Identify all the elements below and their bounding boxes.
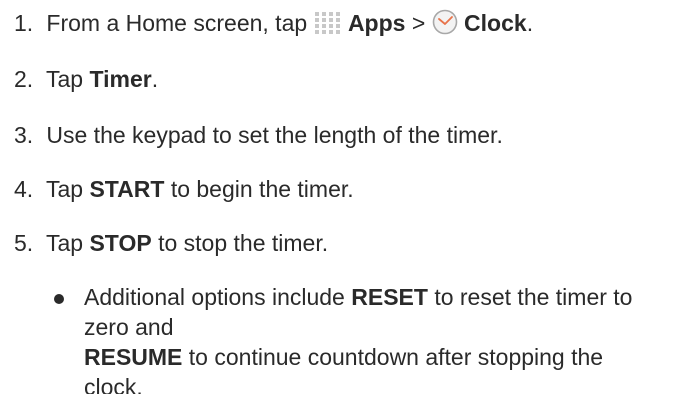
bullet-dot [54,294,64,304]
bullet-item: Additional options include RESET to rese… [54,282,664,394]
step-end: . [526,10,534,36]
step-2: 2. Tap Timer. [14,64,158,94]
step-text: Tap [45,176,84,202]
step-3: 3. Use the keypad to set the length of t… [14,120,503,150]
start-label: START [89,176,165,202]
step-text: Use the keypad to set the length of the … [46,122,503,148]
clock-label: Clock [464,10,527,36]
step-5: 5. Tap STOP to stop the timer. [14,228,328,258]
step-number: 2. [14,66,34,92]
step-number: 1. [14,10,34,36]
timer-label: Timer [89,66,152,92]
step-4: 4. Tap START to begin the timer. [14,174,354,204]
step-text: Tap [45,66,84,92]
step-text: From a Home screen, tap [46,10,308,36]
step-end: . [151,66,159,92]
reset-label: RESET [351,284,428,310]
bullet-text-pre: Additional options include [84,284,345,310]
resume-label: RESUME [84,344,183,370]
apps-label: Apps [347,10,406,36]
step-text-post: to stop the timer. [158,230,329,256]
separator: > [411,10,426,36]
step-number: 3. [14,122,34,148]
stop-label: STOP [89,230,152,256]
clock-icon [432,9,458,42]
step-number: 5. [14,230,34,256]
bullet-text: Additional options include RESET to rese… [84,282,664,394]
step-1: 1. From a Home screen, tap Apps > Clock. [14,8,533,42]
apps-grid-icon [314,11,342,42]
step-text: Tap [45,230,84,256]
step-number: 4. [14,176,34,202]
step-text-post: to begin the timer. [170,176,354,202]
